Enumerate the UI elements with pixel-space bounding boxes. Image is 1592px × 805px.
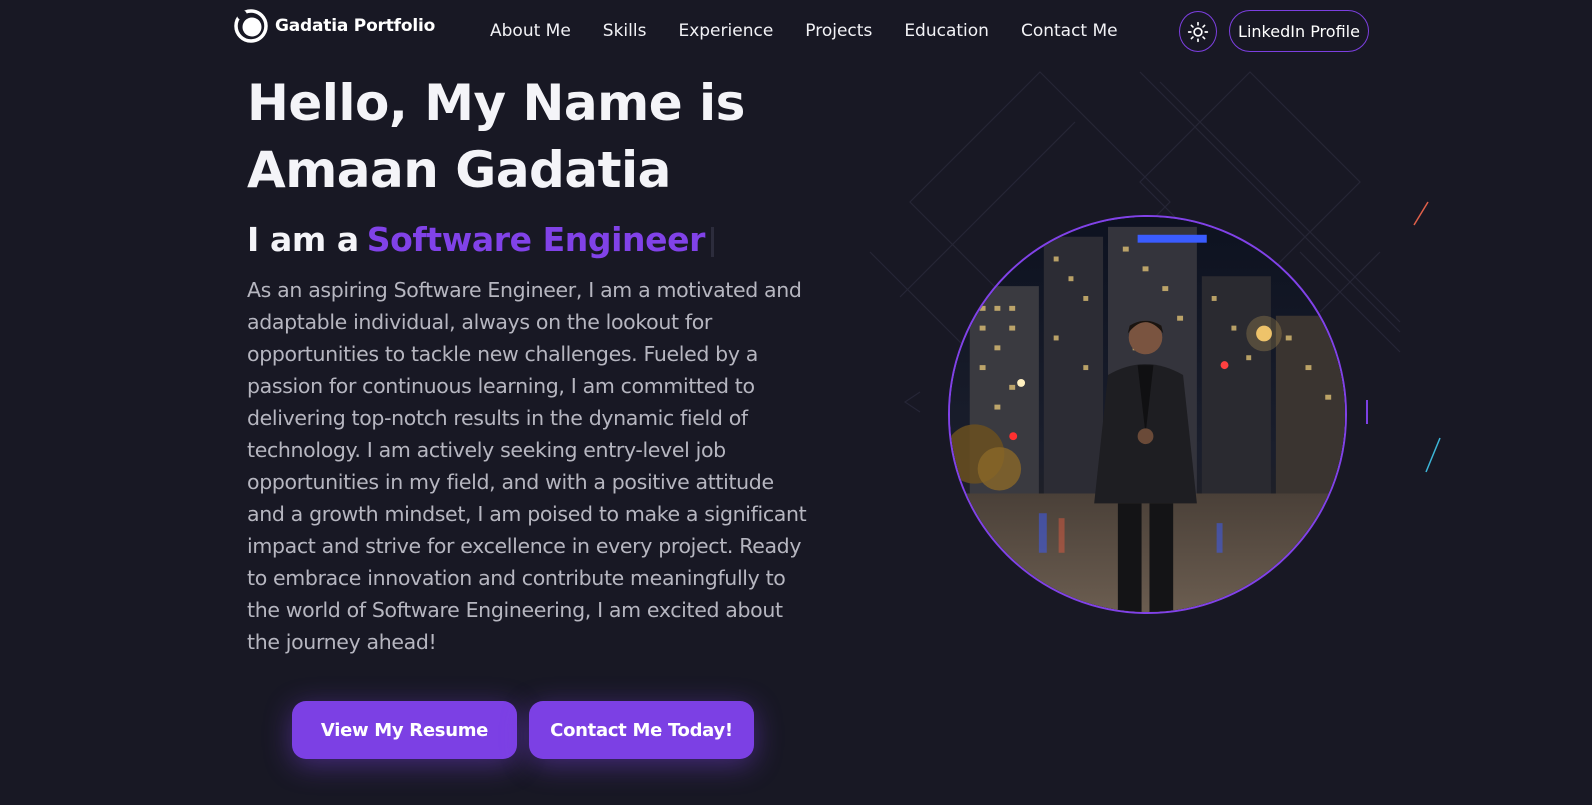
sun-icon (1187, 21, 1209, 42)
role-typed-text: Software Engineer (366, 220, 706, 259)
contact-me-button[interactable]: Contact Me Today! (529, 701, 754, 759)
nav-contact-me[interactable]: Contact Me (1021, 18, 1118, 44)
hero-title: Hello, My Name is Amaan Gadatia (247, 70, 847, 204)
brand-link[interactable]: Gadatia Portfolio (233, 8, 435, 44)
linkedin-profile-button[interactable]: LinkedIn Profile (1229, 10, 1369, 52)
brand-logo-icon (234, 9, 268, 43)
theme-toggle-button[interactable] (1179, 11, 1217, 52)
nav-links: About Me Skills Experience Projects Educ… (490, 18, 1150, 44)
nav-experience[interactable]: Experience (678, 18, 773, 44)
hero-title-line2: Amaan Gadatia (247, 141, 671, 199)
navbar: Gadatia Portfolio About Me Skills Experi… (0, 0, 1592, 62)
view-resume-button[interactable]: View My Resume (292, 701, 517, 759)
nav-about-me[interactable]: About Me (490, 18, 571, 44)
typing-cursor (710, 226, 714, 257)
nav-projects[interactable]: Projects (805, 18, 872, 44)
brand-name: Gadatia Portfolio (275, 16, 436, 36)
profile-photo (948, 215, 1347, 614)
nav-skills[interactable]: Skills (603, 18, 647, 44)
role-line: I am a Software Engineer (247, 216, 714, 264)
nav-education[interactable]: Education (904, 18, 989, 44)
role-prefix: I am a (247, 220, 359, 259)
profile-photo-image (950, 217, 1345, 612)
hero-title-line1: Hello, My Name is (247, 74, 745, 132)
intro-paragraph: As an aspiring Software Engineer, I am a… (247, 278, 807, 654)
